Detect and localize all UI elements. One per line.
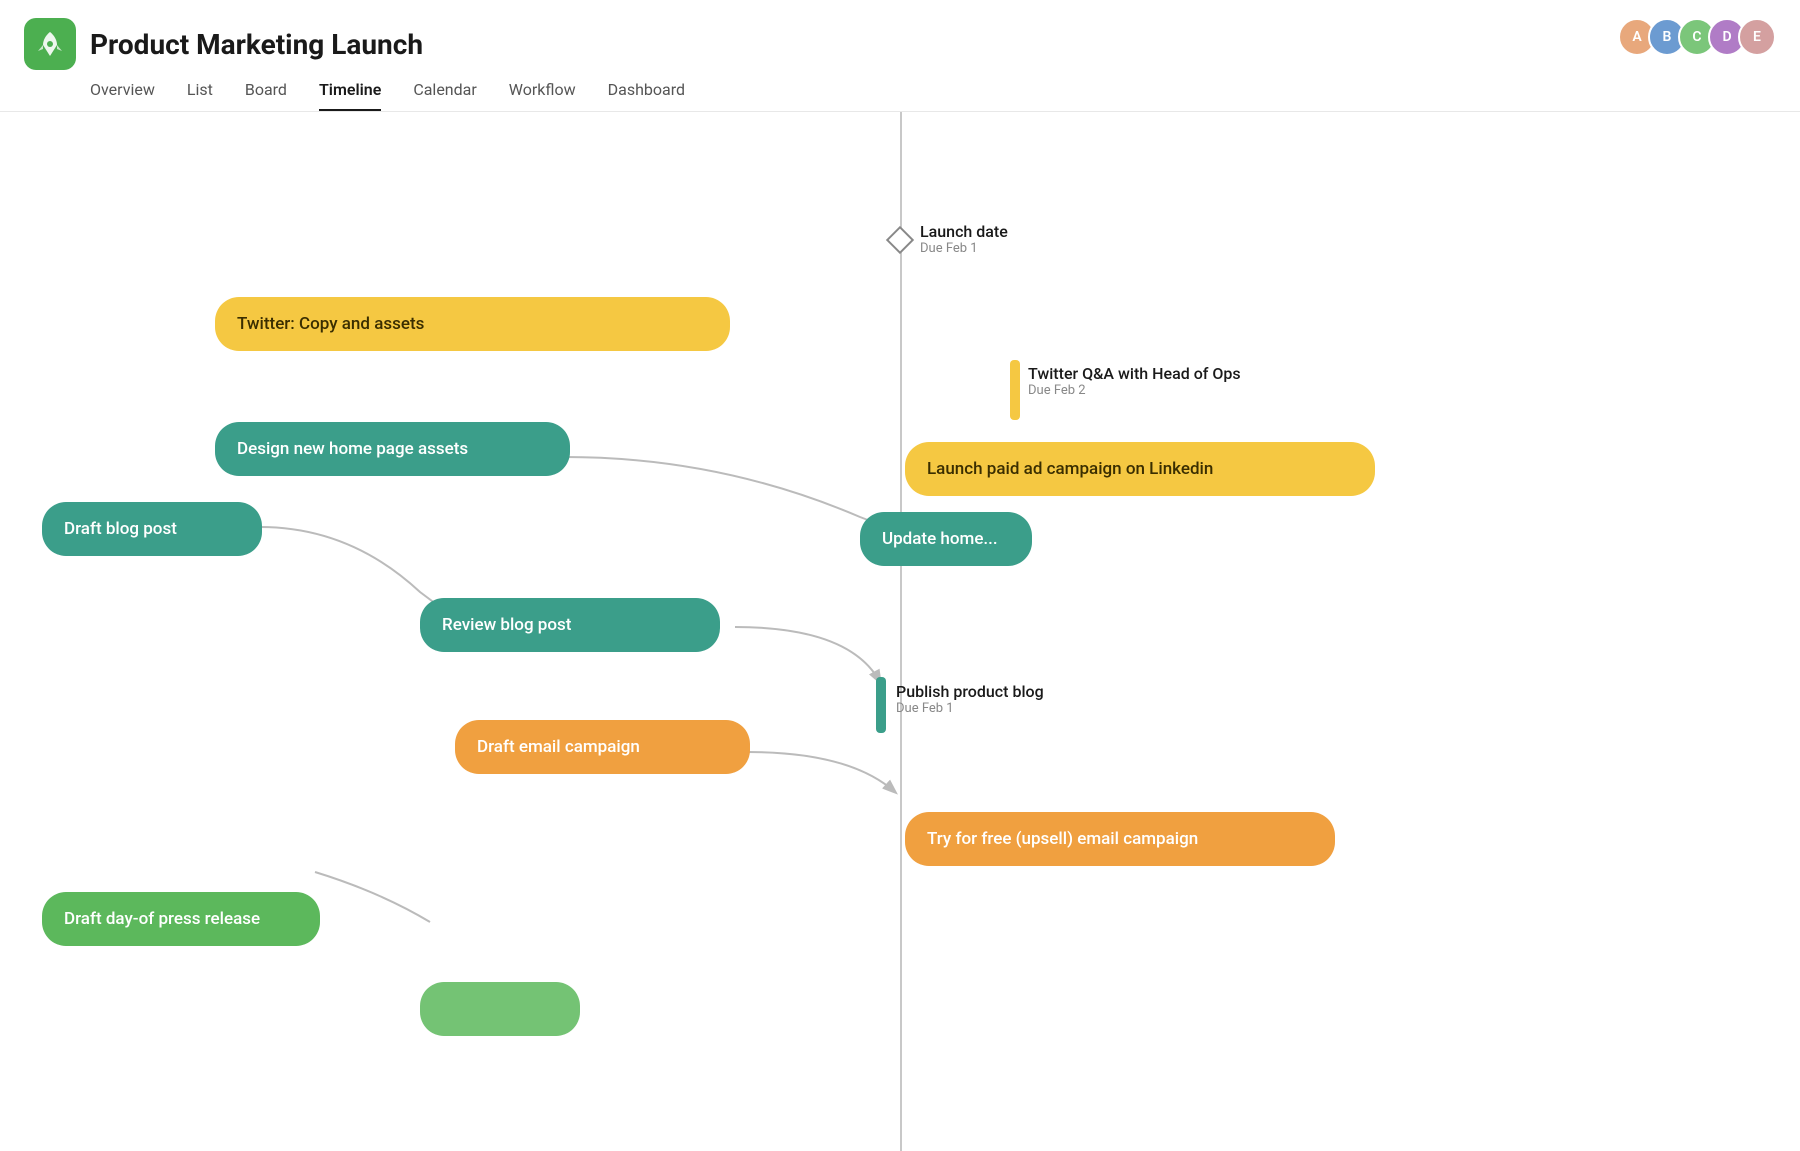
task-draft-blog[interactable]: Draft blog post (42, 502, 262, 556)
task-update-home[interactable]: Update home... (860, 512, 1032, 566)
milestone-label-twitter-qa: Twitter Q&A with Head of Ops Due Feb 2 (1028, 364, 1241, 398)
task-draft-press[interactable]: Draft day-of press release (42, 892, 320, 946)
task-draft-email[interactable]: Draft email campaign (455, 720, 750, 774)
milestone-pill-twitter-qa (1010, 360, 1020, 420)
task-launch-linkedin[interactable]: Launch paid ad campaign on Linkedin (905, 442, 1375, 496)
nav-tabs: Overview List Board Timeline Calendar Wo… (0, 70, 1800, 112)
avatar: E (1738, 18, 1776, 56)
header: Product Marketing Launch A B C D E (0, 0, 1800, 70)
tab-workflow[interactable]: Workflow (509, 80, 576, 111)
project-title: Product Marketing Launch (90, 28, 423, 61)
tab-timeline[interactable]: Timeline (319, 80, 381, 111)
task-review-blog[interactable]: Review blog post (420, 598, 720, 652)
task-unknown-green[interactable] (420, 982, 580, 1036)
task-design-homepage[interactable]: Design new home page assets (215, 422, 570, 476)
tab-list[interactable]: List (187, 80, 213, 111)
task-try-free[interactable]: Try for free (upsell) email campaign (905, 812, 1335, 866)
avatar-group: A B C D E (1618, 18, 1776, 56)
milestone-pill-publish-blog (876, 677, 886, 733)
milestone-diamond-launch (886, 226, 914, 254)
tab-overview[interactable]: Overview (90, 80, 155, 111)
tab-board[interactable]: Board (245, 80, 287, 111)
task-twitter-copy[interactable]: Twitter: Copy and assets (215, 297, 730, 351)
tab-dashboard[interactable]: Dashboard (608, 80, 685, 111)
timeline-line (900, 112, 902, 1151)
milestone-label-launch: Launch date Due Feb 1 (920, 222, 1008, 256)
app-icon (24, 18, 76, 70)
milestone-label-publish-blog: Publish product blog Due Feb 1 (896, 682, 1044, 716)
timeline-area: Launch date Due Feb 1 Twitter Q&A with H… (0, 112, 1800, 1151)
tab-calendar[interactable]: Calendar (413, 80, 476, 111)
